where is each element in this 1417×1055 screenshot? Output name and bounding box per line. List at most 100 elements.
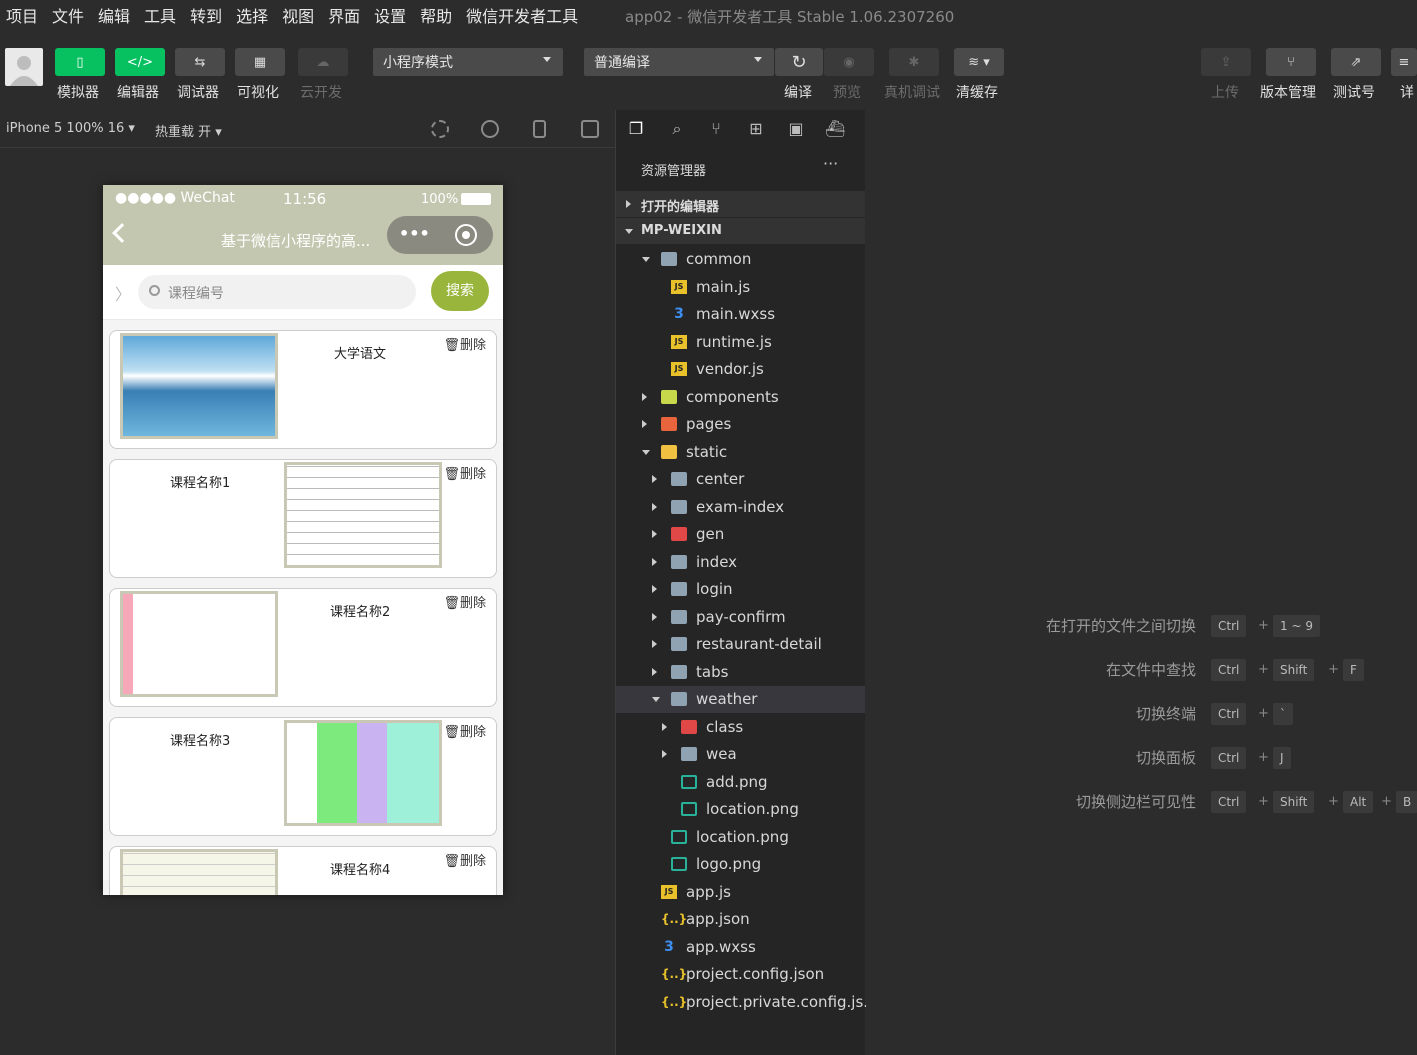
upload-button[interactable]: ⇪ — [1201, 48, 1251, 76]
delete-button[interactable]: 🗑删除 — [443, 721, 486, 740]
save-icon[interactable]: ▣ — [786, 119, 806, 139]
tree-item-index[interactable]: index — [616, 549, 865, 576]
chevron-right-icon[interactable] — [652, 640, 657, 648]
close-circle-icon[interactable] — [455, 224, 477, 246]
menu-edit[interactable]: 编辑 — [91, 3, 137, 27]
remote-debug-button[interactable]: ✱ — [889, 48, 939, 76]
rotate-icon[interactable] — [431, 120, 449, 138]
delete-button[interactable]: 🗑删除 — [443, 850, 486, 869]
window-icon[interactable] — [581, 120, 599, 138]
chevron-right-icon[interactable] — [652, 585, 657, 593]
tree-item-logo-png[interactable]: logo.png — [616, 851, 865, 878]
menu-interface[interactable]: 界面 — [321, 3, 367, 27]
course-card[interactable]: 大学语文 🗑删除 — [109, 330, 497, 449]
chevron-down-icon[interactable] — [642, 449, 650, 455]
menu-file[interactable]: 文件 — [45, 3, 91, 27]
tree-item-add-png[interactable]: add.png — [616, 769, 865, 796]
menu-help[interactable]: 帮助 — [413, 3, 459, 27]
chevron-right-icon[interactable] — [652, 557, 657, 566]
tree-item-gen[interactable]: gen — [616, 521, 865, 548]
clear-cache-button[interactable]: ≋ ▾ — [954, 48, 1004, 76]
tree-item-location-png[interactable]: location.png — [616, 824, 865, 851]
preview-button[interactable]: ◉ — [824, 48, 874, 76]
menu-select[interactable]: 选择 — [229, 3, 275, 27]
tree-item-runtime-js[interactable]: JS runtime.js — [616, 329, 865, 356]
search-input[interactable]: 课程编号 — [138, 275, 416, 309]
project-section[interactable]: MP-WEIXIN — [616, 218, 865, 244]
course-card[interactable]: 课程名称2 🗑删除 — [109, 588, 497, 707]
menu-devtools[interactable]: 微信开发者工具 — [459, 3, 585, 27]
tree-item-location-png[interactable]: location.png — [616, 796, 865, 823]
more-icon[interactable]: ••• — [399, 224, 430, 243]
avatar[interactable] — [5, 48, 43, 86]
simulator-button[interactable]: ▯ — [55, 48, 105, 76]
menu-goto[interactable]: 转到 — [183, 3, 229, 27]
tree-item-project-config-json[interactable]: {..} project.config.json — [616, 961, 865, 988]
chevron-right-icon[interactable] — [642, 392, 647, 401]
course-card[interactable]: 课程名称1 🗑删除 — [109, 459, 497, 578]
record-icon[interactable] — [481, 120, 499, 138]
tree-item-static[interactable]: static — [616, 439, 865, 466]
menu-settings[interactable]: 设置 — [367, 3, 413, 27]
chevron-right-icon[interactable] — [652, 612, 657, 621]
chevron-right-icon[interactable]: 〉 — [115, 281, 131, 305]
version-button[interactable]: ⑂ — [1266, 48, 1316, 76]
open-editors-section[interactable]: 打开的编辑器 — [616, 191, 865, 217]
tree-item-pay-confirm[interactable]: pay-confirm — [616, 604, 865, 631]
chevron-right-icon[interactable] — [662, 750, 667, 758]
phone-icon[interactable] — [533, 120, 546, 138]
delete-button[interactable]: 🗑删除 — [443, 592, 486, 611]
tree-item-wea[interactable]: wea — [616, 741, 865, 768]
menu-tools[interactable]: 工具 — [137, 3, 183, 27]
compile-mode-select[interactable]: 普通编译 — [584, 48, 774, 76]
tree-item-center[interactable]: center — [616, 466, 865, 493]
branch-icon[interactable]: ⑂ — [706, 119, 726, 139]
visual-button[interactable]: ▦ — [235, 48, 285, 76]
tree-item-main-wxss[interactable]: 3 main.wxss — [616, 301, 865, 328]
delete-button[interactable]: 🗑删除 — [443, 463, 486, 482]
tree-item-exam-index[interactable]: exam-index — [616, 494, 865, 521]
hot-reload-select[interactable]: 热重载 开 ▾ — [155, 121, 222, 140]
extensions-icon[interactable]: ⊞ — [746, 119, 766, 139]
detail-button[interactable]: ≡ — [1391, 48, 1417, 76]
chevron-right-icon[interactable] — [662, 722, 667, 731]
tree-item-class[interactable]: class — [616, 714, 865, 741]
tree-item-common[interactable]: common — [616, 246, 865, 273]
docker-icon[interactable]: ⛴ — [825, 119, 845, 139]
tree-item-main-js[interactable]: JS main.js — [616, 274, 865, 301]
tree-item-app-js[interactable]: JS app.js — [616, 879, 865, 906]
editor-button[interactable]: </> — [115, 48, 165, 76]
course-card[interactable]: 课程名称3 🗑删除 — [109, 717, 497, 836]
tree-item-app-wxss[interactable]: 3 app.wxss — [616, 934, 865, 961]
search-button[interactable]: 搜索 — [431, 271, 489, 311]
chevron-right-icon[interactable] — [642, 420, 647, 428]
tree-item-login[interactable]: login — [616, 576, 865, 603]
tree-item-project-private-config-js-[interactable]: {..} project.private.config.js... — [616, 989, 878, 1016]
chevron-right-icon[interactable] — [652, 475, 657, 483]
capsule-menu[interactable]: ••• — [387, 216, 493, 254]
back-icon[interactable] — [112, 223, 132, 243]
tree-item-vendor-js[interactable]: JS vendor.js — [616, 356, 865, 383]
delete-button[interactable]: 🗑删除 — [443, 334, 486, 353]
tree-item-components[interactable]: components — [616, 384, 865, 411]
cloud-button[interactable]: ☁ — [298, 48, 348, 76]
tree-item-restaurant-detail[interactable]: restaurant-detail — [616, 631, 865, 658]
chevron-down-icon[interactable] — [642, 257, 650, 262]
mode-select[interactable]: 小程序模式 — [373, 48, 563, 76]
search-icon[interactable]: ⌕ — [667, 119, 687, 139]
menu-view[interactable]: 视图 — [275, 3, 321, 27]
chevron-right-icon[interactable] — [652, 667, 657, 676]
tree-item-tabs[interactable]: tabs — [616, 659, 865, 686]
menu-project[interactable]: 项目 — [0, 3, 45, 27]
test-button[interactable]: ⇗ — [1331, 48, 1381, 76]
tree-item-weather[interactable]: weather — [616, 686, 865, 713]
tree-item-pages[interactable]: pages — [616, 411, 865, 438]
chevron-down-icon[interactable] — [652, 697, 660, 702]
tree-item-app-json[interactable]: {..} app.json — [616, 906, 865, 933]
device-select[interactable]: iPhone 5 100% 16 ▾ — [6, 121, 135, 136]
course-card[interactable]: 课程名称4 🗑删除 — [109, 846, 497, 895]
files-icon[interactable]: ❐ — [626, 119, 646, 139]
chevron-right-icon[interactable] — [652, 530, 657, 538]
chevron-right-icon[interactable] — [652, 502, 657, 511]
debugger-button[interactable]: ⇆ — [175, 48, 225, 76]
